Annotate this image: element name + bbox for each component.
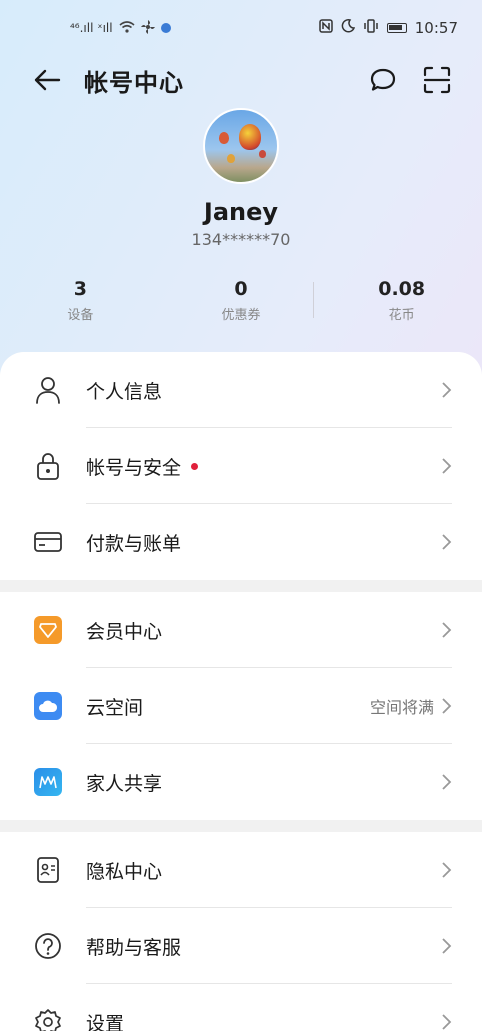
menu-item-membership[interactable]: 会员中心 [0, 592, 482, 668]
chevron-right-icon [442, 458, 452, 474]
chevron-right-icon [442, 698, 452, 714]
fan-icon [140, 19, 155, 37]
row-right [440, 621, 452, 639]
app-notification-icon [160, 23, 171, 33]
chevron-right-icon [442, 862, 452, 878]
notification-dot [191, 462, 199, 470]
battery-icon [386, 23, 407, 33]
chevron-right-icon [442, 382, 452, 398]
row-right [440, 457, 452, 475]
chat-bubble-icon[interactable] [368, 65, 398, 95]
status-left: ⁴⁶.ıll ˣıll [70, 19, 171, 37]
help-icon [32, 930, 64, 962]
lock-icon [32, 450, 64, 482]
stat-value: 0.08 [378, 278, 426, 300]
menu-item-personal-info[interactable]: 个人信息 [0, 352, 482, 428]
chevron-right-icon [442, 1014, 452, 1030]
stats-row: 3 设备 0 优惠券 0.08 花币 [0, 278, 482, 323]
row-right [440, 773, 452, 791]
row-right [440, 381, 452, 399]
menu-item-settings[interactable]: 设置 [0, 984, 482, 1031]
top-bar: 帐号中心 [0, 56, 482, 104]
status-right: 10:57 [319, 19, 458, 37]
menu-item-label: 付款与账单 [86, 532, 182, 555]
family-icon [32, 766, 64, 798]
menu-item-label: 家人共享 [86, 772, 163, 795]
top-actions [368, 65, 452, 95]
menu-item-family-sharing[interactable]: 家人共享 [0, 744, 482, 820]
menu-item-label: 帐号与安全 [86, 456, 182, 479]
stat-coupons[interactable]: 0 优惠券 [161, 278, 322, 323]
chevron-right-icon [442, 938, 452, 954]
privacy-icon [32, 854, 64, 886]
page-title: 帐号中心 [84, 68, 184, 97]
menu-item-label: 个人信息 [86, 380, 163, 403]
stat-coins[interactable]: 0.08 花币 [321, 278, 482, 323]
vibrate-icon [363, 19, 379, 37]
clock: 10:57 [414, 19, 458, 37]
menu-group-support: 隐私中心 帮助与客服 设置 [0, 832, 482, 1031]
moon-icon [341, 19, 355, 37]
user-phone: 134******70 [191, 230, 291, 249]
gear-icon [32, 1006, 64, 1031]
row-right [440, 1013, 452, 1031]
stat-divider [313, 282, 314, 318]
user-name: Janey [203, 198, 279, 226]
chevron-right-icon [442, 774, 452, 790]
cloud-icon [32, 690, 64, 722]
scan-icon[interactable] [422, 65, 452, 95]
wifi-icon [119, 20, 135, 36]
back-arrow-icon[interactable] [30, 63, 64, 97]
vip-icon [32, 614, 64, 646]
menu-item-cloud[interactable]: 云空间 空间将满 [0, 668, 482, 744]
person-icon [32, 374, 64, 406]
menu-item-privacy[interactable]: 隐私中心 [0, 832, 482, 908]
menu-item-label: 隐私中心 [86, 860, 163, 883]
stat-value: 0 [234, 278, 248, 300]
row-right [440, 533, 452, 551]
profile-section: Janey 134******70 [0, 108, 482, 249]
signal-text: ⁴⁶.ıll ˣıll [70, 21, 113, 35]
row-right: 空间将满 [370, 694, 452, 718]
menu-item-label: 设置 [86, 1012, 125, 1031]
stat-value: 3 [73, 278, 87, 300]
menu-item-help[interactable]: 帮助与客服 [0, 908, 482, 984]
avatar[interactable] [203, 108, 279, 184]
menu-item-label: 云空间 [86, 696, 144, 719]
card-icon [32, 526, 64, 558]
stat-label: 花币 [388, 308, 415, 323]
menu-group-account: 个人信息 帐号与安全 付款与账单 [0, 352, 482, 580]
cloud-status-text: 空间将满 [369, 698, 434, 717]
menu-item-label: 帮助与客服 [86, 936, 182, 959]
status-bar: ⁴⁶.ıll ˣıll 10:57 [0, 0, 482, 56]
menu-card: 个人信息 帐号与安全 付款与账单 会员中心 云空间 空间将满 家人共享 隐私中心… [0, 352, 482, 1031]
stat-label: 优惠券 [221, 308, 261, 323]
row-right [440, 937, 452, 955]
chevron-right-icon [442, 622, 452, 638]
menu-item-payment-billing[interactable]: 付款与账单 [0, 504, 482, 580]
row-right [440, 861, 452, 879]
chevron-right-icon [442, 534, 452, 550]
menu-item-label: 会员中心 [86, 620, 163, 643]
menu-item-account-security[interactable]: 帐号与安全 [0, 428, 482, 504]
nfc-icon [319, 19, 333, 37]
menu-group-services: 会员中心 云空间 空间将满 家人共享 [0, 592, 482, 820]
stat-devices[interactable]: 3 设备 [0, 278, 161, 323]
stat-label: 设备 [67, 308, 94, 323]
